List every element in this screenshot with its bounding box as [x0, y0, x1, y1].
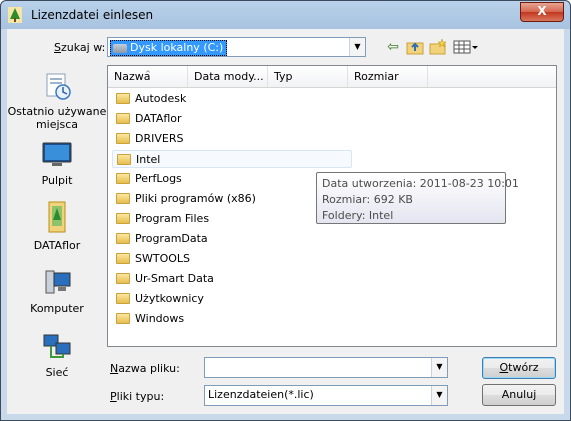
filetype-label: Pliki typu: — [110, 390, 164, 403]
dialog-window: Lizenzdatei einlesen X Szukaj w: Dysk lo… — [0, 0, 571, 421]
back-arrow-icon[interactable]: ⇦ — [383, 38, 403, 56]
list-item-label: Program Files — [135, 212, 210, 225]
lookin-combo[interactable]: Dysk lokalny (C:) ▼ — [107, 37, 366, 57]
network-icon — [43, 334, 71, 358]
list-item[interactable]: Windows — [112, 310, 352, 328]
list-item[interactable]: SWTOOLS — [112, 250, 352, 268]
window-title: Lizenzdatei einlesen — [31, 8, 154, 22]
folder-icon — [116, 133, 130, 144]
folder-icon — [116, 233, 130, 244]
place-recent-label: Ostatnio używane miejsca — [7, 105, 107, 131]
tooltip-folders: Foldery: Intel — [322, 209, 394, 222]
filename-input[interactable]: ▼ — [204, 357, 448, 378]
folder-icon — [116, 193, 130, 204]
open-button-accel: O — [499, 361, 509, 374]
place-desktop[interactable]: Pulpit — [7, 139, 107, 187]
drive-icon — [113, 43, 127, 53]
open-button[interactable]: Otwórz — [482, 357, 556, 379]
folder-icon — [116, 113, 130, 124]
views-menu-icon[interactable] — [452, 38, 480, 56]
open-button-label: twórz — [508, 361, 539, 374]
tooltip-size: Rozmiar: 692 KB — [322, 193, 413, 206]
place-dataflor-label: DATAflor — [33, 239, 81, 252]
recent-places-icon — [46, 73, 71, 100]
filetype-label-accel: P — [110, 390, 117, 403]
folder-icon — [117, 154, 131, 165]
new-folder-icon[interactable] — [428, 38, 448, 56]
folder-icon — [116, 313, 130, 324]
title-bar[interactable]: Lizenzdatei einlesen X — [1, 1, 570, 29]
list-item-label: Intel — [136, 153, 161, 166]
places-bar: Ostatnio używane miejsca Pulpit DATAflor — [7, 65, 107, 410]
filetype-label-text: liki typu: — [116, 390, 165, 403]
list-item-label: Pliki programów (x86) — [135, 192, 256, 205]
list-item-label: Ur-Smart Data — [135, 272, 214, 285]
list-item[interactable]: ProgramData — [112, 230, 352, 248]
folder-tooltip: Data utworzenia: 2011-08-23 10:01 Rozmia… — [316, 172, 519, 224]
computer-icon — [45, 270, 71, 294]
column-date[interactable]: Data mody... — [188, 66, 268, 87]
list-item-label: Autodesk — [135, 92, 187, 105]
folder-icon — [116, 213, 130, 224]
place-dataflor[interactable]: DATAflor — [7, 200, 107, 252]
cancel-button[interactable]: Anuluj — [482, 384, 556, 406]
column-header: ^ Nazwa Data mody... Typ Rozmiar — [108, 66, 556, 88]
list-item[interactable]: Ur-Smart Data — [112, 270, 352, 288]
list-item[interactable]: DATAflor — [112, 110, 352, 128]
list-item-label: ProgramData — [135, 232, 208, 245]
folder-icon — [116, 93, 130, 104]
close-button[interactable]: X — [520, 2, 564, 22]
list-item-label: DATAflor — [135, 112, 182, 125]
chevron-down-icon[interactable]: ▼ — [431, 358, 447, 377]
list-item-label: DRIVERS — [135, 132, 184, 145]
place-desktop-label: Pulpit — [41, 174, 73, 187]
list-item-label: Windows — [135, 312, 185, 325]
lookin-label-text: zukaj w: — [60, 41, 106, 54]
up-folder-icon[interactable] — [405, 38, 425, 56]
list-item-hovered[interactable]: Intel — [112, 150, 352, 168]
dataflor-folder-icon — [48, 201, 66, 233]
filename-label-accel: N — [110, 362, 119, 375]
column-name[interactable]: ^ Nazwa — [108, 66, 188, 87]
desktop-icon — [42, 142, 72, 166]
file-list[interactable]: ^ Nazwa Data mody... Typ Rozmiar Autodes… — [107, 65, 557, 347]
list-item[interactable]: Autodesk — [112, 90, 352, 108]
list-item-label: PerfLogs — [135, 172, 182, 185]
app-icon — [8, 7, 22, 23]
tooltip-created: Data utworzenia: 2011-08-23 10:01 — [322, 177, 519, 190]
place-network-label: Sieć — [45, 366, 69, 379]
filename-label: Nazwa pliku: — [110, 362, 180, 375]
list-item-label: SWTOOLS — [135, 252, 191, 265]
column-date-label: Data mody... — [194, 70, 264, 83]
filename-label-text: azwa pliku: — [118, 362, 180, 375]
column-type[interactable]: Typ — [268, 66, 348, 87]
lookin-value: Dysk lokalny (C:) — [130, 41, 224, 54]
place-recent[interactable]: Ostatnio używane miejsca — [7, 70, 107, 131]
chevron-down-icon[interactable]: ▼ — [349, 38, 365, 56]
list-item[interactable]: DRIVERS — [112, 130, 352, 148]
lookin-selection: Dysk lokalny (C:) — [110, 40, 228, 56]
place-computer-label: Komputer — [30, 302, 84, 315]
folder-icon — [116, 273, 130, 284]
place-computer[interactable]: Komputer — [7, 267, 107, 315]
place-network[interactable]: Sieć — [7, 331, 107, 379]
dialog-client: Szukaj w: Dysk lokalny (C:) ▼ ⇦ Ostatnio… — [7, 29, 564, 414]
column-size-label: Rozmiar — [354, 70, 399, 83]
filetype-value: Lizenzdateien(*.lic) — [208, 388, 314, 401]
folder-icon — [116, 253, 130, 264]
column-type-label: Typ — [274, 70, 293, 83]
lookin-label: Szukaj w: — [54, 41, 106, 54]
folder-icon — [116, 173, 130, 184]
sort-ascending-icon: ^ — [145, 70, 151, 78]
column-size[interactable]: Rozmiar — [348, 66, 428, 87]
folder-icon — [116, 293, 130, 304]
list-item[interactable]: Użytkownicy — [112, 290, 352, 308]
list-item-label: Użytkownicy — [135, 292, 204, 305]
chevron-down-icon[interactable]: ▼ — [431, 386, 447, 405]
filetype-select[interactable]: Lizenzdateien(*.lic) ▼ — [204, 385, 448, 406]
